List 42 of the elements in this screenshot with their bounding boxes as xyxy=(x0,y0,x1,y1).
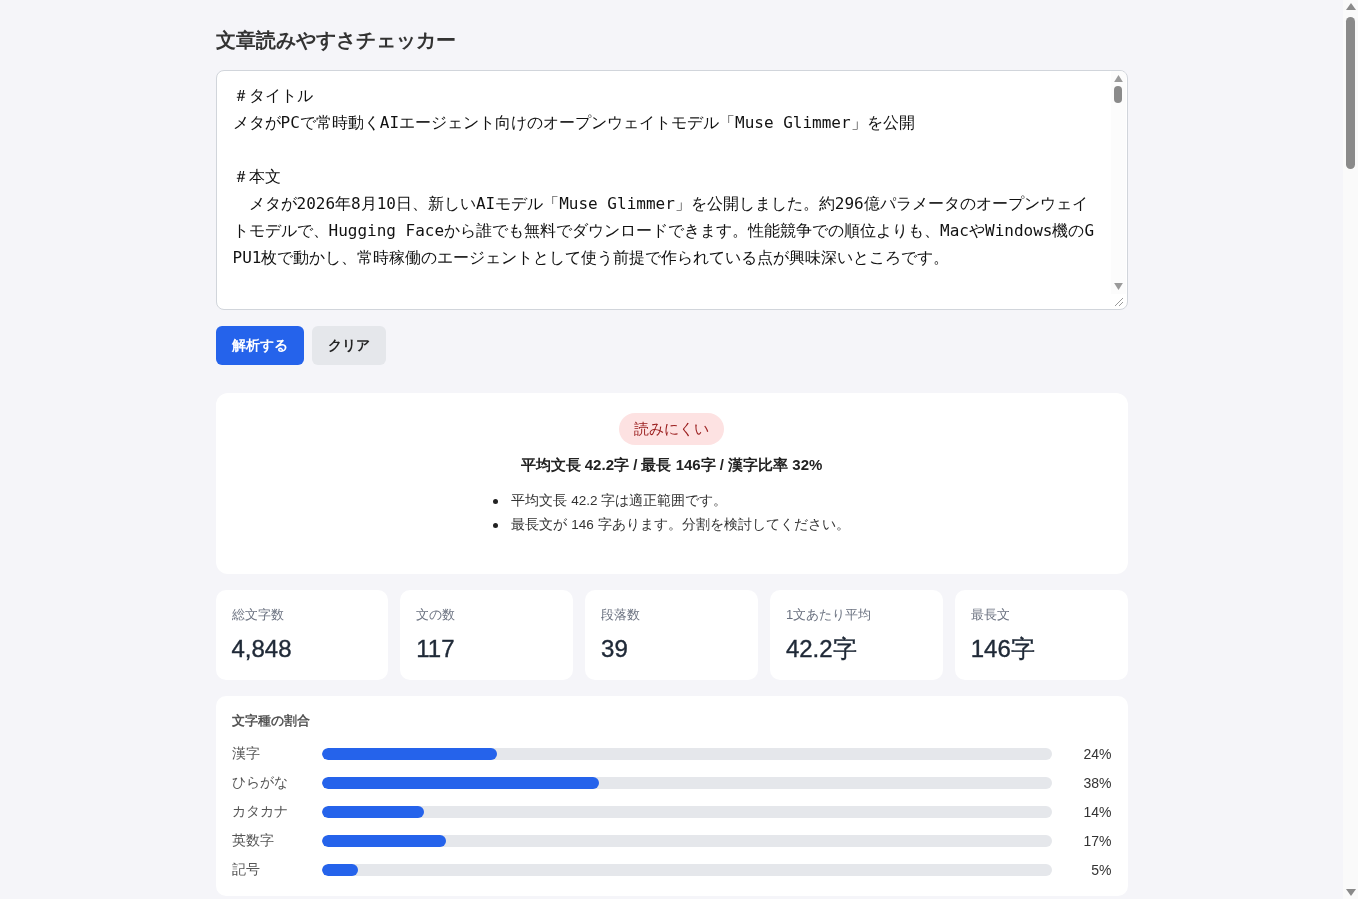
text-line: メタがPCで常時動くAIエージェント向けのオープンウェイトモデル「Muse Glimmer」を公開 xyxy=(232,112,916,134)
text-line: ＃本文 xyxy=(232,166,282,188)
text-line: ＃タイトル xyxy=(232,85,314,107)
percent-text: 24% xyxy=(1082,745,1112,762)
stat-label: 1文あたり平均 xyxy=(785,606,873,624)
stat-label: 文の数 xyxy=(416,606,457,624)
scrollbar-thumb[interactable] xyxy=(1114,86,1122,103)
percent-text: 38% xyxy=(1082,774,1112,791)
bullet-icon xyxy=(493,522,499,528)
scroll-up-icon[interactable] xyxy=(1113,75,1123,82)
section-title: 文字種の割合 xyxy=(231,712,311,730)
char-type-label: 英数字 xyxy=(231,831,275,850)
percent-text: 14% xyxy=(1082,803,1112,820)
stat-value: 39 xyxy=(601,634,629,664)
stat-value: 42.2字 xyxy=(785,634,858,664)
page-scrollbar[interactable] xyxy=(1343,0,1358,899)
scroll-down-icon[interactable] xyxy=(1113,283,1123,290)
stat-value: 117 xyxy=(416,634,456,664)
scroll-up-icon[interactable] xyxy=(1345,3,1356,10)
text-line: メタが2026年8月10日、新しいAIモデル「Muse Glimmer」を公開しました。約296億パラメータのオープンウェイトモデルで、Hugging Faceから誰でも無料でダウンロードできます。性能競争での順位よりも、MacやWindows機のGPU1枚で動かし、常時稼働のエージェントとして使う前提で作られている点が興味深いところです。 xyxy=(232,193,1096,269)
scroll-down-icon[interactable] xyxy=(1345,889,1356,896)
clear-button[interactable]: クリア xyxy=(311,326,386,365)
percent-text: 17% xyxy=(1082,832,1112,849)
stat-label: 総文字数 xyxy=(231,606,285,624)
bullet-icon xyxy=(493,498,499,504)
char-type-label: カタカナ xyxy=(231,802,289,821)
summary-text: 平均文長 42.2字 / 最長 146字 / 漢字比率 32% xyxy=(519,455,824,475)
note-text: 最長文が 146 字あります。分割を検討してください。 xyxy=(511,516,850,534)
stat-label: 段落数 xyxy=(601,606,642,624)
percent-text: 5% xyxy=(1090,861,1112,878)
char-type-label: ひらがな xyxy=(231,773,289,792)
stat-value: 4,848 xyxy=(231,634,293,664)
scrollbar-thumb[interactable] xyxy=(1346,17,1355,169)
page-title: 文章読みやすさチェッカー xyxy=(215,28,457,53)
text-input-field[interactable] xyxy=(215,70,1128,310)
status-badge: 読みにくい xyxy=(619,413,724,445)
char-type-label: 漢字 xyxy=(231,744,261,763)
stat-value: 146字 xyxy=(970,634,1036,664)
note-text: 平均文長 42.2 字は適正範囲です。 xyxy=(511,492,728,510)
stat-label: 最長文 xyxy=(970,606,1011,624)
char-type-label: 記号 xyxy=(231,860,261,879)
analyze-button[interactable]: 解析する xyxy=(215,326,304,365)
